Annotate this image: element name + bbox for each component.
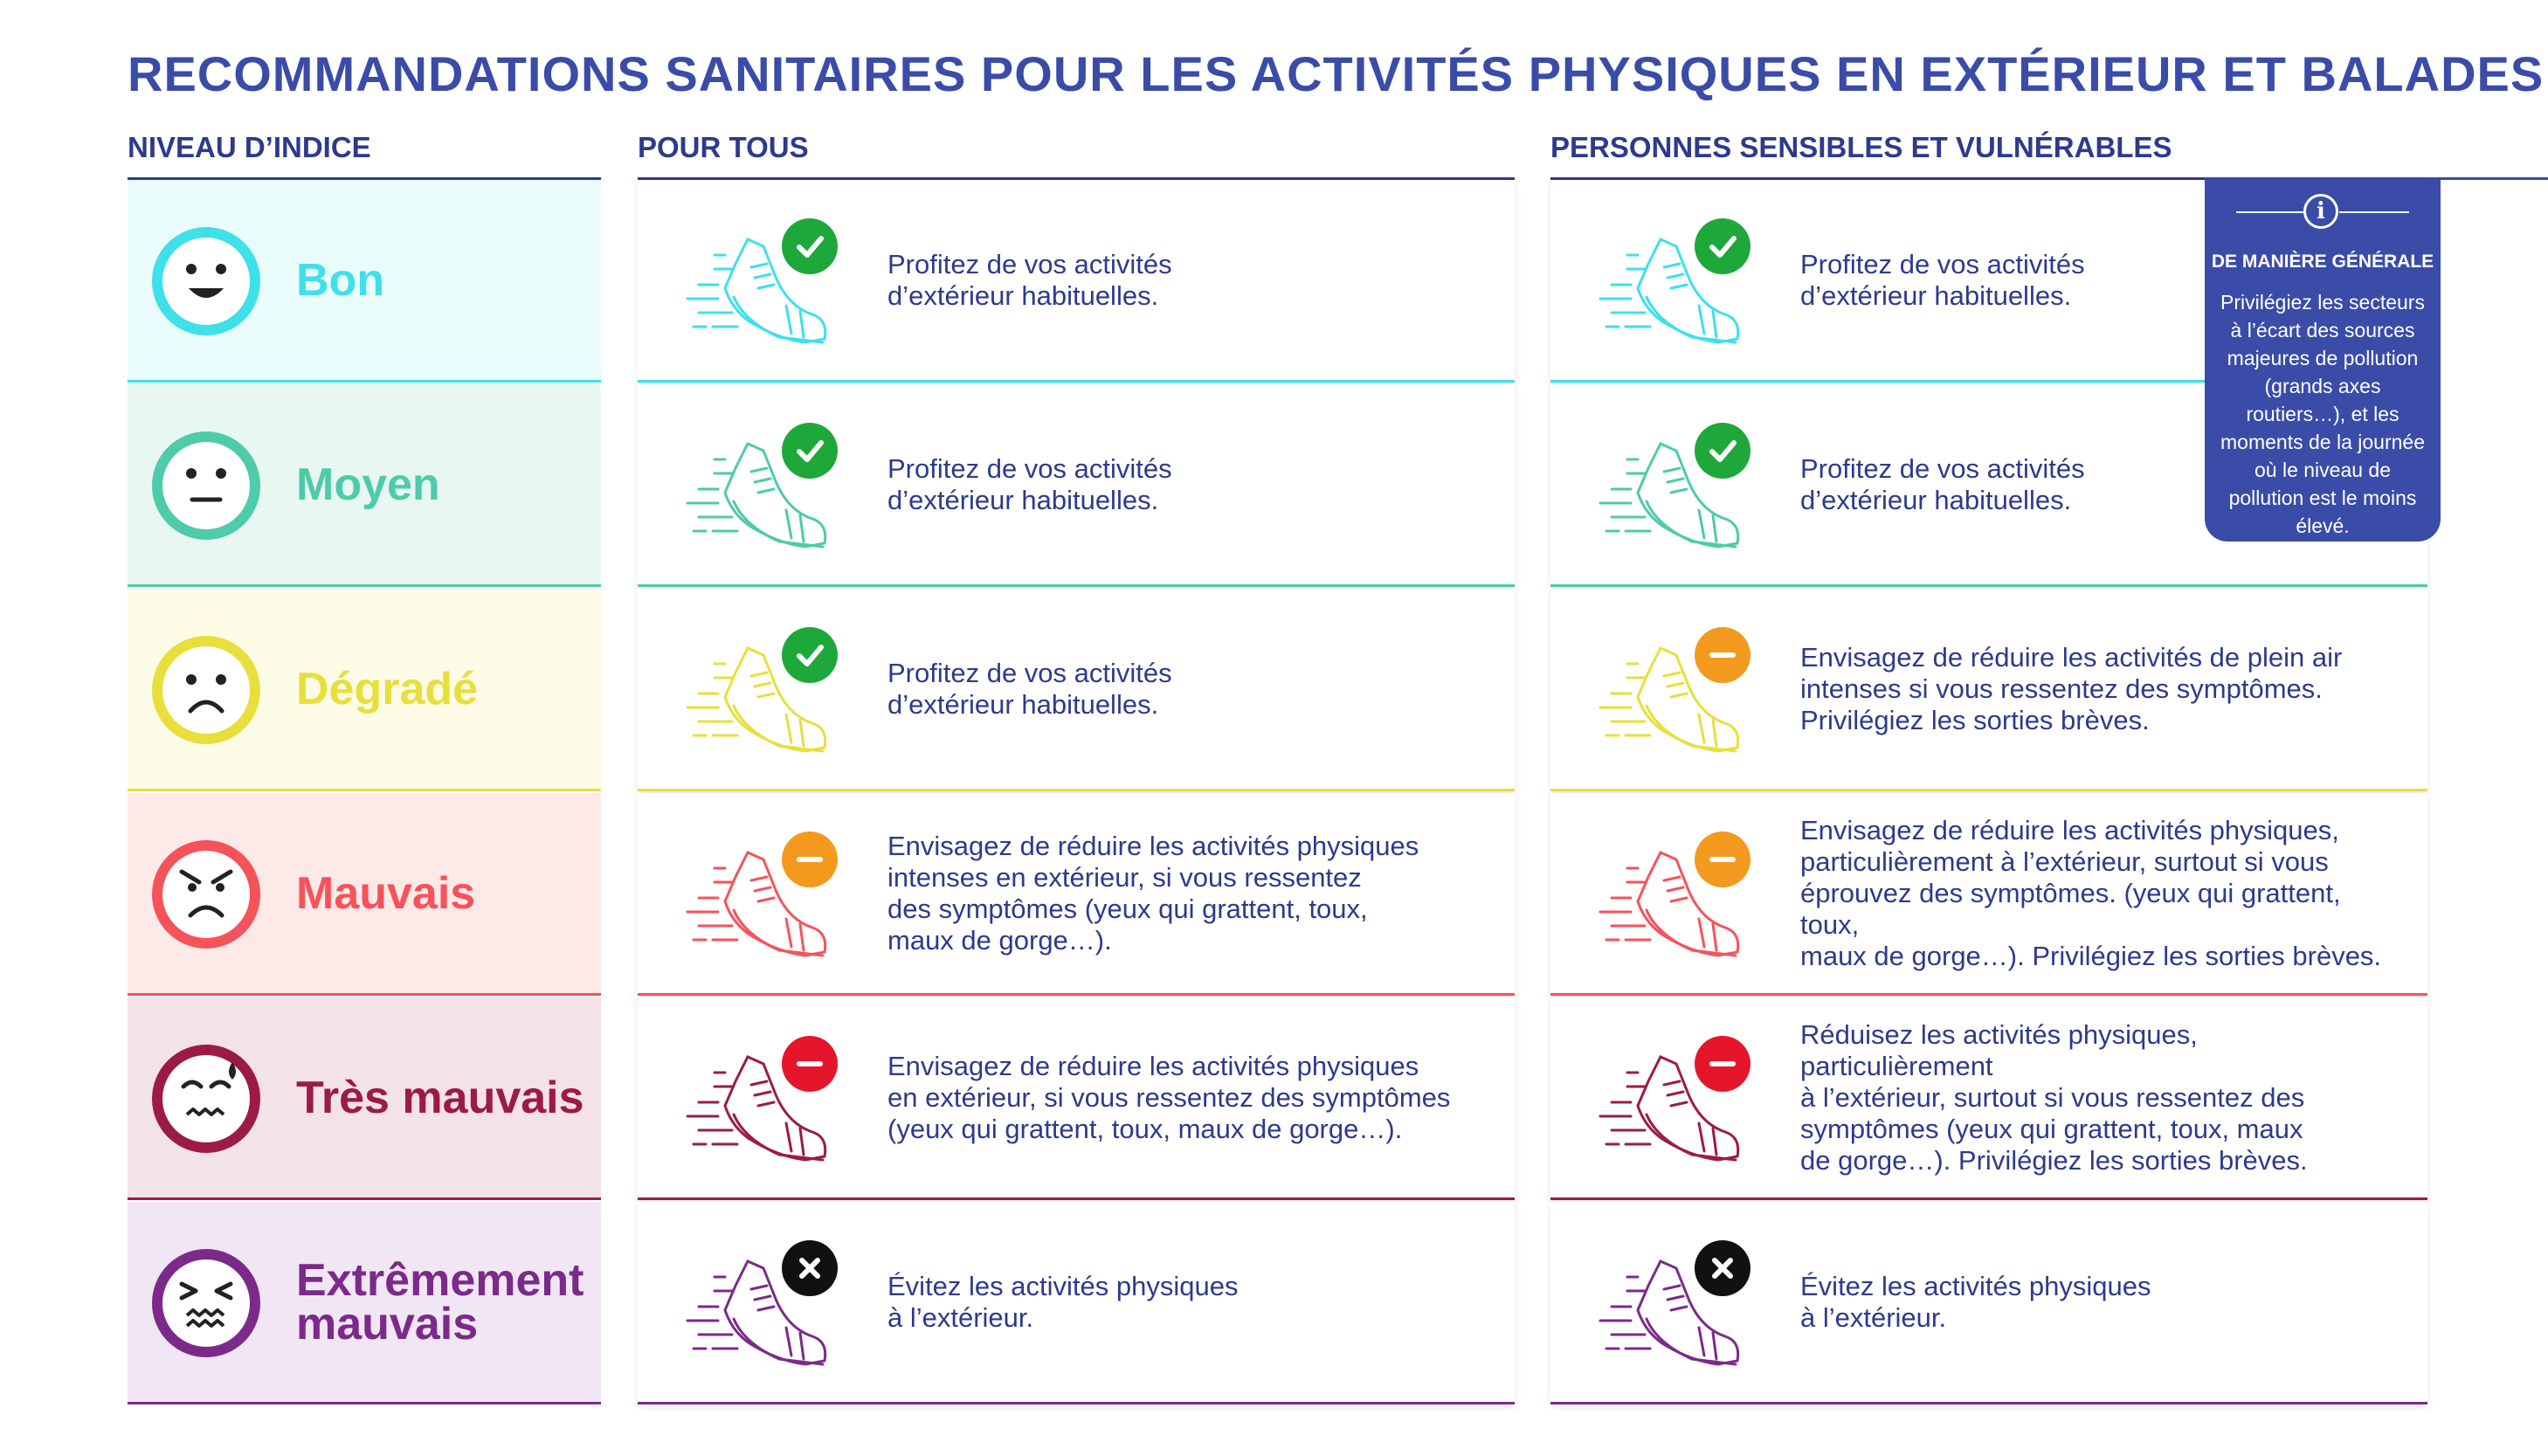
recommendation-text: Envisagez de réduire les activités physi… — [1800, 814, 2382, 971]
face-happy-icon — [152, 227, 260, 335]
running-shoe-icon — [686, 1036, 838, 1162]
running-shoe-icon — [1599, 218, 1750, 344]
level-label: Mauvais — [296, 867, 476, 919]
face-sweat-icon — [152, 1045, 260, 1153]
running-shoe-icon — [1599, 627, 1750, 753]
running-shoe-icon — [1599, 1240, 1750, 1366]
recommendation-all: Profitez de vos activités d’extérieur ha… — [638, 180, 1515, 383]
info-box-rule-right — [2339, 211, 2409, 213]
column-header-sensitive: PERSONNES SENSIBLES ET VULNÉRABLES — [1550, 131, 2172, 163]
running-shoe-icon — [686, 1240, 838, 1366]
face-sad-icon — [152, 636, 260, 744]
recommendation-sensitive: Envisagez de réduire les activités de pl… — [1550, 589, 2427, 791]
recommendation-text: Évitez les activités physiques à l’extér… — [887, 1270, 1239, 1333]
face-neutral-icon — [152, 431, 260, 540]
running-shoe-icon — [1599, 1036, 1750, 1162]
level-cell: Extrêmement mauvais — [128, 1202, 601, 1404]
level-label: Extrêmement mauvais — [296, 1254, 584, 1349]
level-label: Moyen — [296, 459, 440, 510]
running-shoe-icon — [686, 832, 838, 957]
level-cell: Bon — [128, 180, 601, 383]
recommendation-sensitive: Évitez les activités physiques à l’extér… — [1550, 1202, 2427, 1404]
info-box-title: DE MANIÈRE GÉNÉRALE — [2211, 252, 2434, 272]
info-box-rule-left — [2236, 211, 2306, 213]
recommendation-text: Envisagez de réduire les activités de pl… — [1800, 641, 2343, 735]
recommendation-all: Envisagez de réduire les activités physi… — [638, 793, 1515, 996]
info-box: i DE MANIÈRE GÉNÉRALE Privilégiez les se… — [2205, 180, 2441, 542]
level-cell: Dégradé — [128, 589, 601, 791]
recommendation-text: Envisagez de réduire les activités physi… — [887, 1050, 1451, 1144]
column-header-all: POUR TOUS — [638, 131, 809, 163]
info-box-text: Privilégiez les secteurs à l’écart des s… — [2220, 291, 2425, 537]
recommendation-sensitive: Envisagez de réduire les activités physi… — [1550, 793, 2427, 996]
running-shoe-icon — [686, 627, 838, 753]
recommendation-all: Évitez les activités physiques à l’extér… — [638, 1202, 1515, 1404]
level-cell: Mauvais — [128, 793, 601, 996]
recommendation-text: Évitez les activités physiques à l’extér… — [1800, 1270, 2151, 1333]
column-header-level: NIVEAU D’INDICE — [128, 131, 371, 163]
recommendation-text: Profitez de vos activités d’extérieur ha… — [887, 657, 1172, 720]
level-cell: Très mauvais — [128, 997, 601, 1200]
recommendation-text: Profitez de vos activités d’extérieur ha… — [887, 452, 1172, 515]
recommendation-all: Profitez de vos activités d’extérieur ha… — [638, 589, 1515, 791]
info-icon: i — [2303, 194, 2338, 229]
level-label: Très mauvais — [296, 1072, 584, 1123]
face-angry-icon — [152, 840, 260, 949]
running-shoe-icon — [686, 423, 838, 549]
running-shoe-icon — [1599, 832, 1750, 957]
recommendation-sensitive: Réduisez les activités physiques, partic… — [1550, 997, 2427, 1200]
recommendation-text: Envisagez de réduire les activités physi… — [887, 830, 1419, 956]
recommendation-text: Profitez de vos activités d’extérieur ha… — [887, 248, 1172, 311]
running-shoe-icon — [686, 218, 838, 344]
page-title: RECOMMANDATIONS SANITAIRES POUR LES ACTI… — [128, 46, 2545, 101]
level-label: Bon — [296, 254, 385, 306]
running-shoe-icon — [1599, 423, 1750, 549]
recommendation-all: Profitez de vos activités d’extérieur ha… — [638, 384, 1515, 587]
level-cell: Moyen — [128, 384, 601, 587]
recommendation-text: Réduisez les activités physiques, partic… — [1800, 1018, 2308, 1176]
face-sick-icon — [152, 1249, 260, 1357]
recommendation-all: Envisagez de réduire les activités physi… — [638, 997, 1515, 1200]
level-label: Dégradé — [296, 663, 479, 714]
